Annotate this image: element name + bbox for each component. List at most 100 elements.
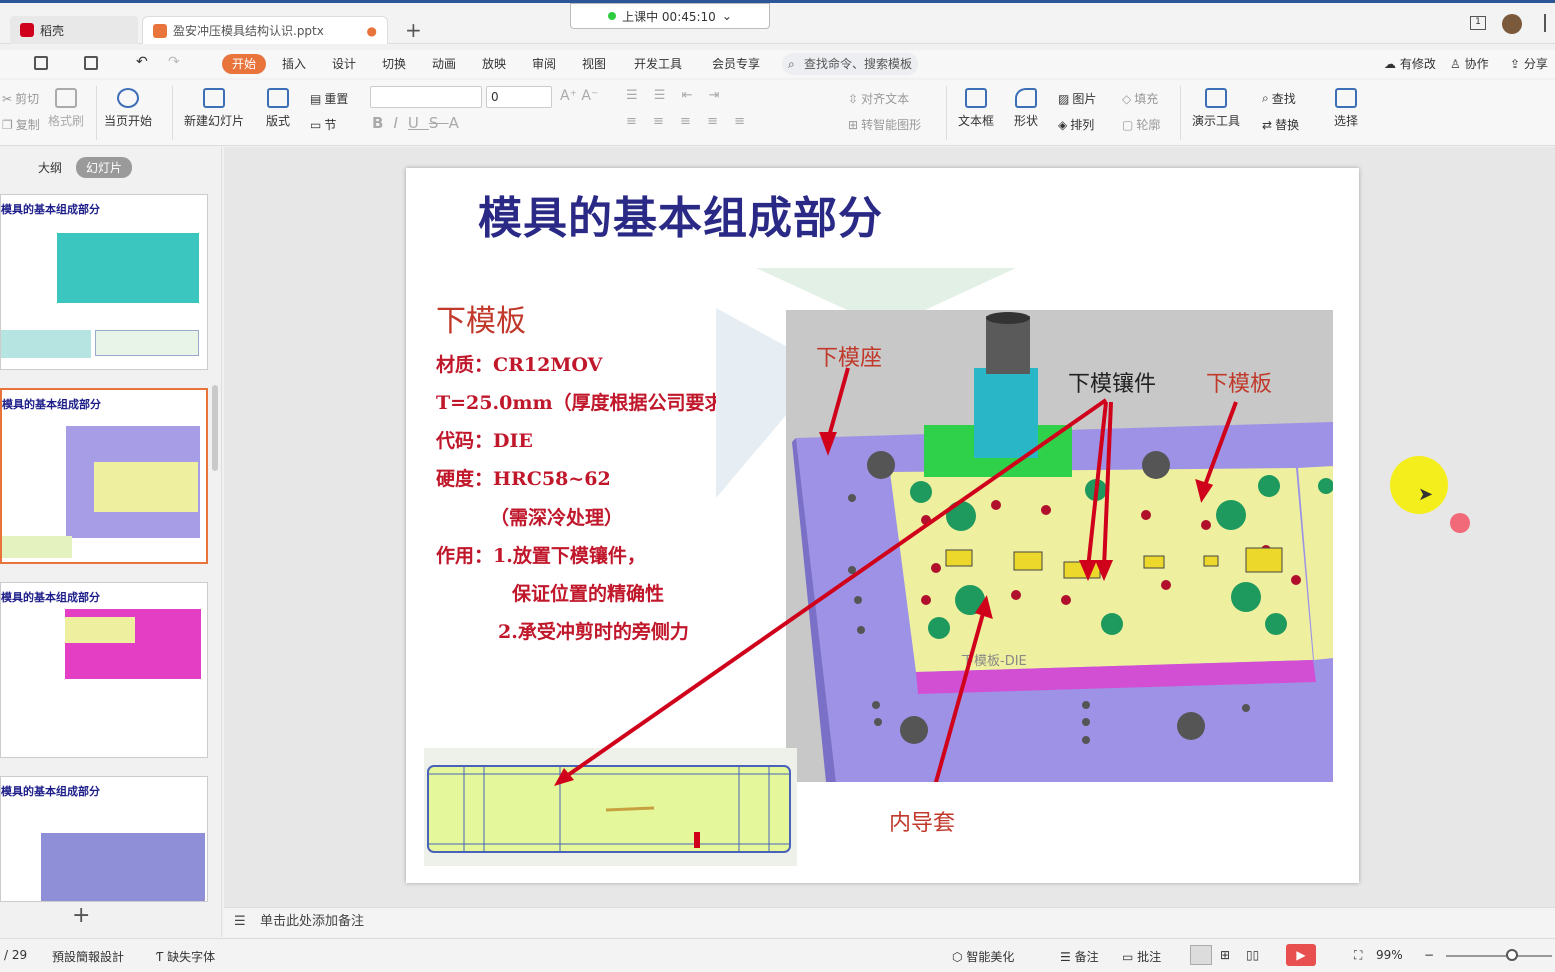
add-slide-button[interactable]: + (72, 903, 90, 928)
slide-subheading[interactable]: 下模板 (436, 296, 526, 340)
fit-window-icon[interactable]: ⛶ (1354, 948, 1362, 963)
align-text-button[interactable]: ⇳ 对齐文本 (848, 90, 909, 107)
slide-title[interactable]: 模具的基本组成部分 (478, 182, 883, 246)
tab-docer[interactable]: 稻壳 (10, 16, 138, 44)
cut-button[interactable]: ✂ 剪切 (2, 90, 39, 107)
select-button[interactable]: 选择 (1334, 88, 1358, 129)
spec-function-1[interactable]: 作用：1.放置下模镶件， (436, 541, 646, 568)
presentation-tools-button[interactable]: 演示工具 (1192, 88, 1240, 129)
missing-font-button[interactable]: Ƭ 缺失字体 (156, 948, 215, 965)
fill-button[interactable]: ◇ 填充 (1122, 90, 1158, 107)
spec-treatment[interactable]: （需深冷处理） (490, 503, 623, 530)
label-lower-insert[interactable]: 下模镶件 (1068, 366, 1156, 398)
slide-thumbnail[interactable]: 模具的基本组成部分 (0, 194, 208, 370)
label-lower-plate[interactable]: 下模板 (1206, 366, 1272, 398)
command-search[interactable]: ⌕ 查找命令、搜索模板 (782, 53, 918, 75)
theme-name[interactable]: 預設簡報設計 (52, 948, 124, 965)
avatar[interactable] (1502, 14, 1522, 34)
picture-icon: ▨ (1058, 91, 1070, 106)
section-button[interactable]: ▭ 节 (310, 116, 336, 133)
spec-function-1b[interactable]: 保证位置的精确性 (512, 579, 664, 606)
arrange-button[interactable]: ◈ 排列 (1058, 116, 1094, 133)
menu-transitions[interactable]: 切换 (378, 50, 410, 78)
menu-review[interactable]: 审阅 (528, 50, 560, 78)
modified-button[interactable]: ☁ 有修改 (1380, 50, 1440, 78)
menu-view[interactable]: 视图 (578, 50, 610, 78)
window-count-icon[interactable]: 1 (1470, 16, 1486, 30)
zoom-level[interactable]: 99% (1376, 948, 1403, 962)
reset-button[interactable]: ▤ 重置 (310, 90, 348, 107)
print-icon[interactable] (84, 56, 98, 70)
fill-label: 填充 (1134, 92, 1159, 106)
convert-smartart-button[interactable]: ⊞ 转智能图形 (848, 116, 921, 133)
person-icon: ♙ (1450, 57, 1461, 71)
label-lower-base[interactable]: 下模座 (816, 340, 882, 372)
menu-insert[interactable]: 插入 (278, 50, 310, 78)
comments-button[interactable]: ▭ 批注 (1122, 948, 1161, 965)
grow-font-icon[interactable]: A⁺ A⁻ (560, 88, 598, 104)
picture-label: 图片 (1072, 92, 1097, 106)
new-slide-icon (203, 88, 225, 108)
zoom-slider[interactable] (1446, 955, 1552, 957)
font-style-buttons[interactable]: BIUSA (372, 114, 469, 132)
zoom-out-icon[interactable]: − (1424, 948, 1434, 962)
slide[interactable]: 模具的基本组成部分 下模板 材质：CR12MOV T=25.0mm（厚度根据公司… (406, 168, 1359, 883)
thumbnail-scrollbar[interactable] (212, 385, 218, 471)
notes-toggle-label: 备注 (1074, 950, 1099, 964)
notes-toggle-button[interactable]: ☰ 备注 (1060, 948, 1099, 965)
label-guide-bushing[interactable]: 内导套 (889, 805, 955, 837)
menu-slideshow[interactable]: 放映 (478, 50, 510, 78)
find-button[interactable]: ⌕ 查找 (1262, 90, 1296, 107)
menu-animations[interactable]: 动画 (428, 50, 460, 78)
replace-button[interactable]: ⇄ 替换 (1262, 116, 1299, 133)
save-icon[interactable] (34, 56, 48, 70)
smart-beautify-button[interactable]: ⬡ 智能美化 (952, 948, 1014, 965)
spec-material[interactable]: 材质：CR12MOV (436, 350, 602, 377)
outline-tab[interactable]: 大纲 (28, 157, 72, 178)
font-name-field[interactable] (370, 86, 482, 108)
share-button[interactable]: ⇪ 分享 (1506, 50, 1552, 78)
recording-indicator[interactable]: 上课中 00:45:10 ⌄ (570, 3, 770, 29)
tab-document[interactable]: 盈安冲压模具结构认识.pptx ● (142, 16, 388, 44)
copy-button[interactable]: ❐ 复制 (2, 116, 40, 133)
zoom-slider-handle[interactable] (1506, 949, 1518, 961)
redo-icon[interactable]: ↷ (168, 54, 180, 70)
shape-button[interactable]: 形状 (1014, 88, 1038, 129)
notes-pane[interactable]: ☰ 单击此处添加备注 (224, 907, 1555, 937)
menu-home[interactable]: 开始 (222, 54, 267, 74)
cloud-icon: ☁ (1384, 57, 1396, 71)
slide-thumbnail[interactable]: 模具的基本组成部分 (0, 776, 208, 902)
slide-thumbnail[interactable]: 模具的基本组成部分 (0, 582, 208, 758)
outline-button[interactable]: ▢ 轮廓 (1122, 116, 1160, 133)
new-slide-button[interactable]: 新建幻灯片 (184, 88, 244, 129)
picture-button[interactable]: ▨ 图片 (1058, 90, 1096, 107)
menu-developer[interactable]: 开发工具 (630, 50, 686, 78)
new-tab-button[interactable]: + (405, 18, 422, 42)
menu-design[interactable]: 设计 (328, 50, 360, 78)
select-label: 选择 (1334, 114, 1359, 128)
format-painter-button[interactable]: 格式刷 (48, 88, 84, 129)
start-current-button[interactable]: 当页开始 (104, 88, 152, 129)
collaborate-button[interactable]: ♙ 协作 (1446, 50, 1493, 78)
slides-tab[interactable]: 幻灯片 (76, 157, 133, 178)
reading-view-icon[interactable]: ▯▯ (1246, 948, 1259, 962)
font-size-field[interactable]: 0 (486, 86, 552, 108)
paragraph-buttons[interactable]: ☰ ☰ ⇤ ⇥ (626, 88, 726, 103)
normal-view-icon[interactable] (1190, 945, 1212, 965)
spec-function-2[interactable]: 2.承受冲剪时的旁侧力 (498, 617, 689, 644)
menu-member[interactable]: 会员专享 (708, 50, 764, 78)
grid-view-icon[interactable]: ⊞ (1220, 948, 1230, 962)
thumbnail-title: 模具的基本组成部分 (1, 785, 100, 798)
layout-button[interactable]: 版式 (266, 88, 290, 129)
spec-thickness[interactable]: T=25.0mm（厚度根据公司要求） (436, 388, 743, 415)
slide-thumbnail-selected[interactable]: 模具的基本组成部分 (0, 388, 208, 564)
window-control-icon[interactable] (1544, 14, 1554, 32)
section-icon: ▭ (310, 117, 322, 132)
textbox-button[interactable]: 文本框 (958, 88, 994, 129)
play-slideshow-icon[interactable]: ▶ (1286, 944, 1316, 966)
align-buttons[interactable]: ≡ ≡ ≡ ≡ ≡ (626, 114, 751, 129)
spec-hardness[interactable]: 硬度：HRC58~62 (436, 464, 611, 491)
undo-icon[interactable]: ↶ (136, 54, 148, 70)
side-view-drawing[interactable] (424, 748, 797, 866)
spec-code[interactable]: 代码：DIE (436, 426, 533, 453)
